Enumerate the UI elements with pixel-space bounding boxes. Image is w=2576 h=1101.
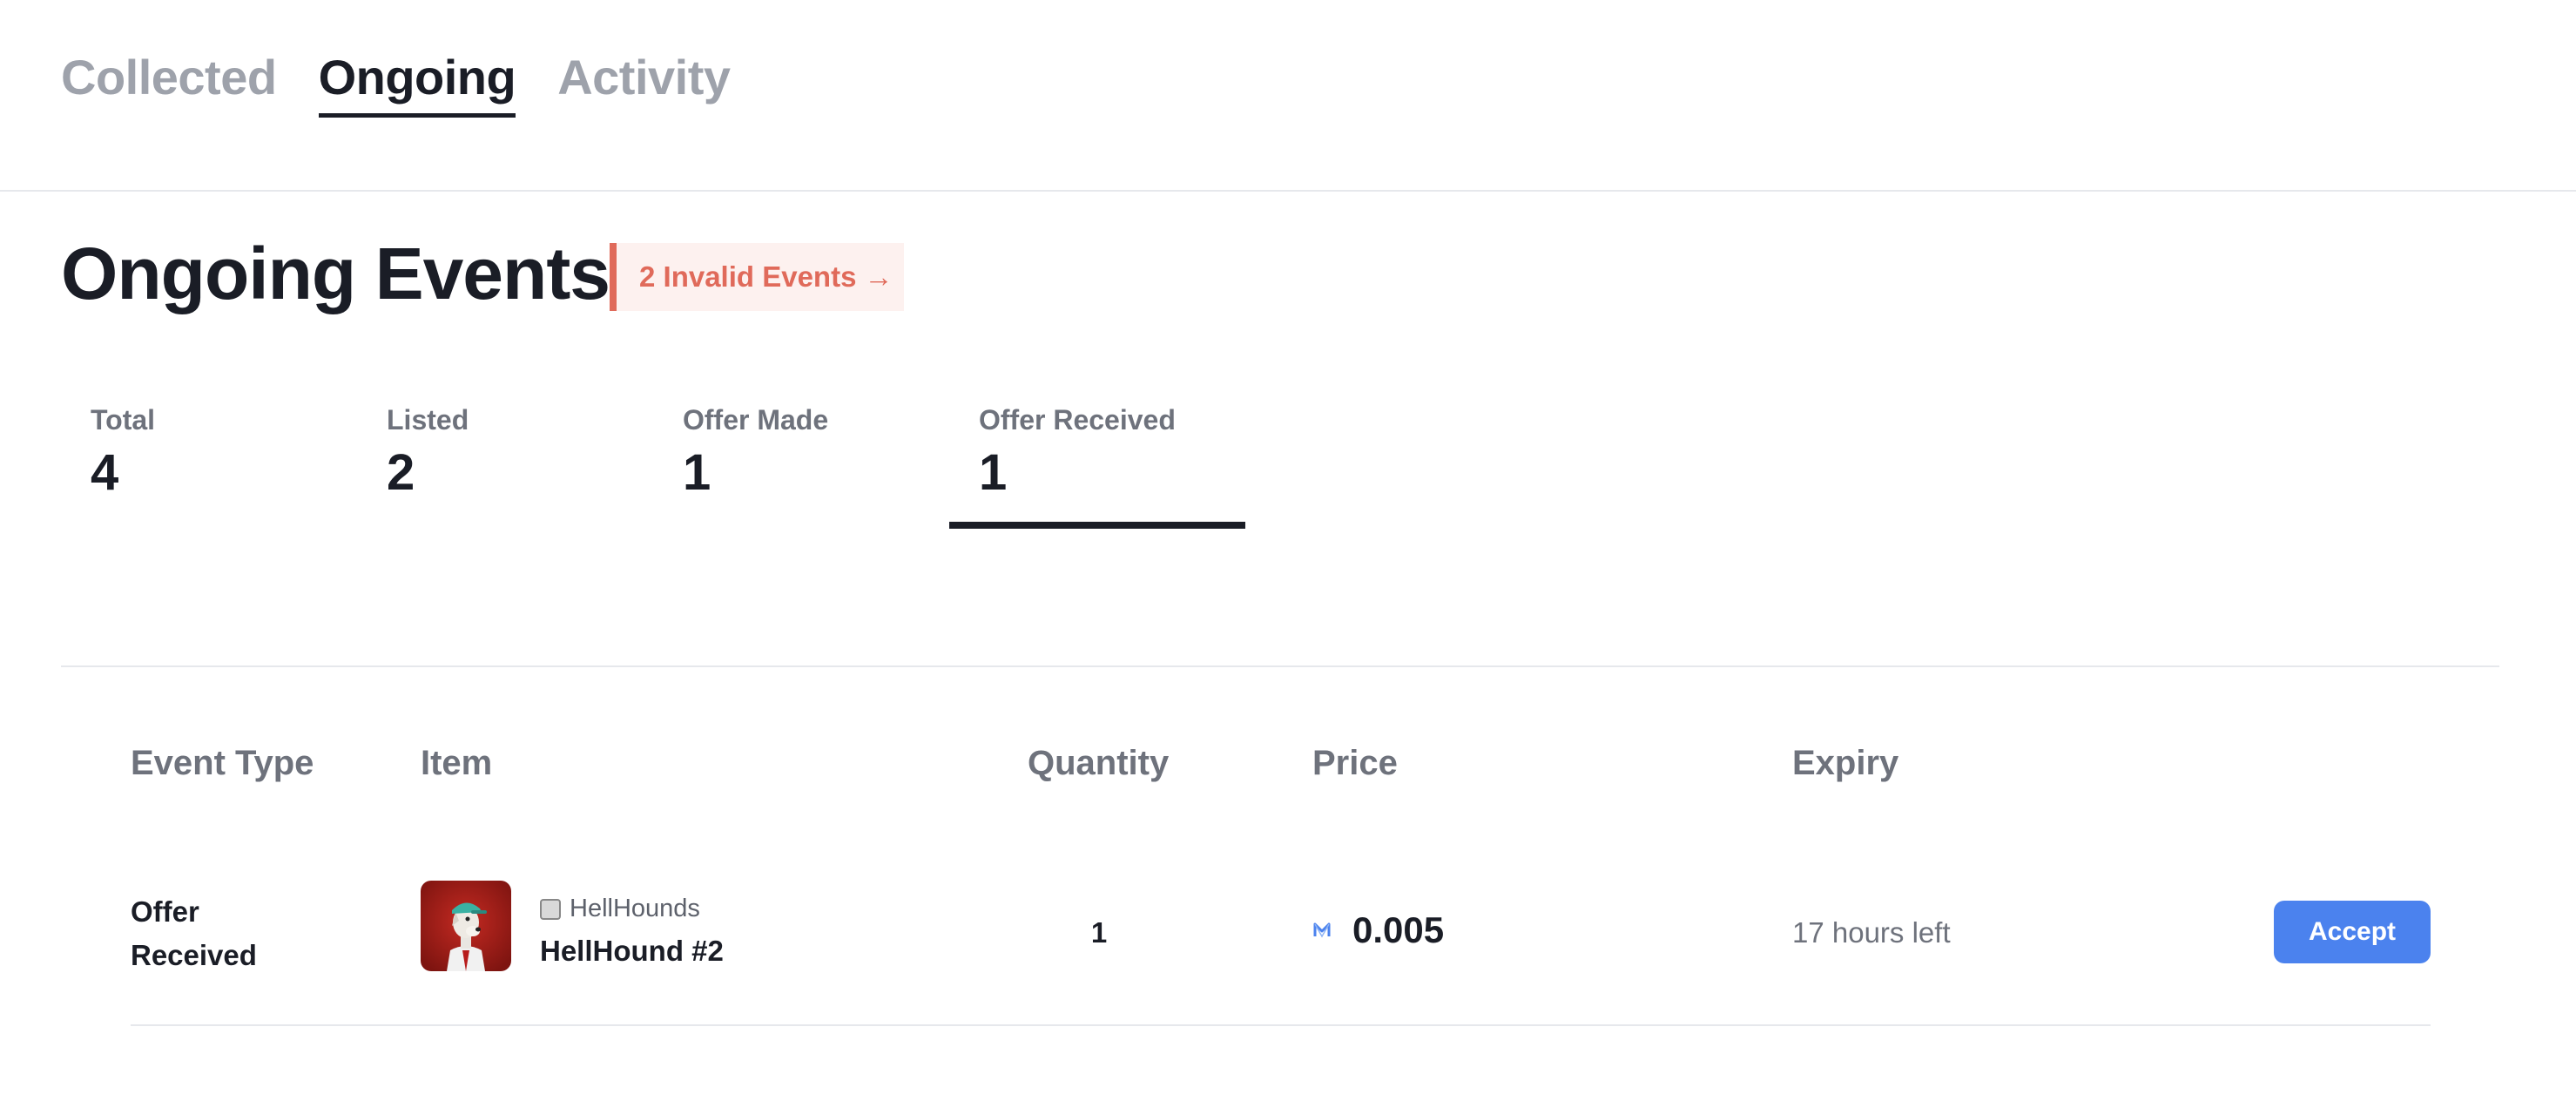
quantity-value: 1 (1090, 916, 1108, 949)
stat-value: 2 (387, 443, 415, 501)
stat-tab-total[interactable]: Total 4 (61, 402, 357, 529)
stat-label: Offer Received (979, 404, 1176, 436)
tabs-divider (0, 190, 2576, 192)
tab-ongoing[interactable]: Ongoing (318, 51, 516, 118)
column-header-item: Item (421, 744, 493, 782)
event-filter-tabs: Total 4 Listed 2 Offer Made 1 Offer Rece… (61, 402, 1245, 530)
price-cell: 0.005 (1312, 909, 1444, 951)
stat-value: 1 (683, 443, 711, 501)
tab-activity[interactable]: Activity (557, 51, 731, 113)
stat-tab-offer-made[interactable]: Offer Made 1 (653, 402, 949, 529)
row-divider (131, 1024, 2431, 1026)
stat-tab-offer-received[interactable]: Offer Received 1 (949, 402, 1245, 530)
price-value: 0.005 (1352, 909, 1445, 950)
column-header-quantity: Quantity (1028, 744, 1170, 782)
nft-thumbnail[interactable] (421, 881, 511, 971)
item-name[interactable]: HellHound #2 (540, 935, 724, 968)
hellhound-image-icon (421, 881, 511, 971)
column-header-expiry: Expiry (1792, 744, 1899, 782)
section-divider (61, 665, 2499, 667)
stat-value: 4 (91, 443, 119, 501)
page-title: Ongoing Events (61, 233, 610, 314)
event-type-cell: Offer Received (131, 890, 305, 976)
stat-label: Total (91, 404, 156, 436)
stat-label: Listed (387, 404, 469, 436)
tab-collected[interactable]: Collected (61, 51, 277, 113)
profile-tabs: Collected Ongoing Activity (61, 51, 731, 118)
column-header-price: Price (1312, 744, 1398, 782)
stat-label: Offer Made (683, 404, 829, 436)
expiry-value: 17 hours left (1792, 916, 1951, 949)
stat-tab-listed[interactable]: Listed 2 (357, 402, 653, 529)
invalid-events-link[interactable]: 2 Invalid Events → (610, 243, 904, 311)
collection-link[interactable]: HellHounds (540, 895, 700, 923)
collection-name: HellHounds (570, 895, 700, 922)
token-icon (1313, 922, 1331, 938)
accept-offer-button[interactable]: Accept (2274, 901, 2431, 963)
event-type-line: Received (131, 938, 257, 971)
stat-value: 1 (979, 443, 1008, 501)
collection-avatar-icon (540, 898, 561, 920)
column-header-event-type: Event Type (131, 744, 314, 782)
event-type-line: Offer (131, 895, 199, 928)
